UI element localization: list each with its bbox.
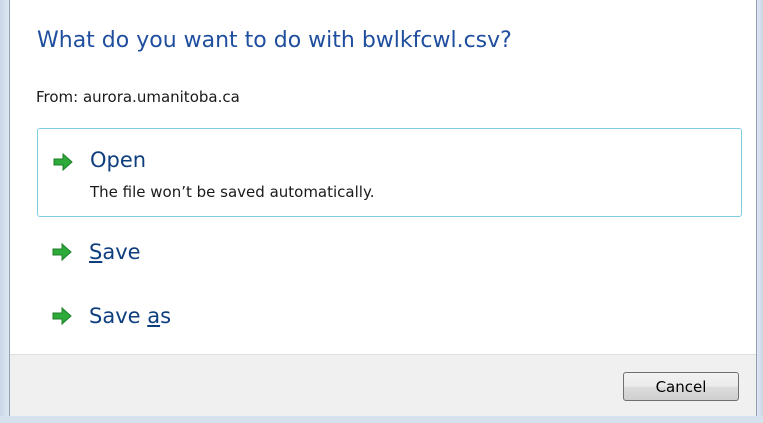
open-option-description: The file won’t be saved automatically. bbox=[90, 183, 375, 201]
save-label-rest: ave bbox=[102, 240, 141, 264]
open-option[interactable]: Open The file won’t be saved automatical… bbox=[37, 128, 742, 217]
save-as-label-pre: Save bbox=[89, 304, 148, 328]
save-as-option-label: Save as bbox=[89, 304, 171, 328]
window-frame-left bbox=[0, 0, 9, 423]
green-arrow-icon bbox=[52, 306, 72, 326]
download-dialog: What do you want to do with bwlkfcwl.csv… bbox=[9, 0, 757, 416]
window-frame-right bbox=[757, 0, 763, 423]
open-option-label: Open bbox=[90, 148, 147, 172]
save-as-accelerator-key: a bbox=[147, 304, 161, 328]
dialog-footer: Cancel bbox=[10, 354, 756, 416]
save-option-label: Save bbox=[89, 240, 141, 264]
save-option[interactable]: Save bbox=[37, 228, 742, 276]
dialog-title: What do you want to do with bwlkfcwl.csv… bbox=[37, 28, 512, 53]
save-accelerator-key: S bbox=[89, 240, 103, 264]
save-as-label-rest: s bbox=[160, 304, 172, 328]
green-arrow-icon bbox=[53, 152, 73, 172]
window-frame-bottom bbox=[0, 416, 763, 423]
source-domain-label: From: aurora.umanitoba.ca bbox=[36, 88, 240, 106]
green-arrow-icon bbox=[52, 242, 72, 262]
save-as-option[interactable]: Save as bbox=[37, 292, 742, 340]
cancel-button[interactable]: Cancel bbox=[623, 372, 739, 401]
